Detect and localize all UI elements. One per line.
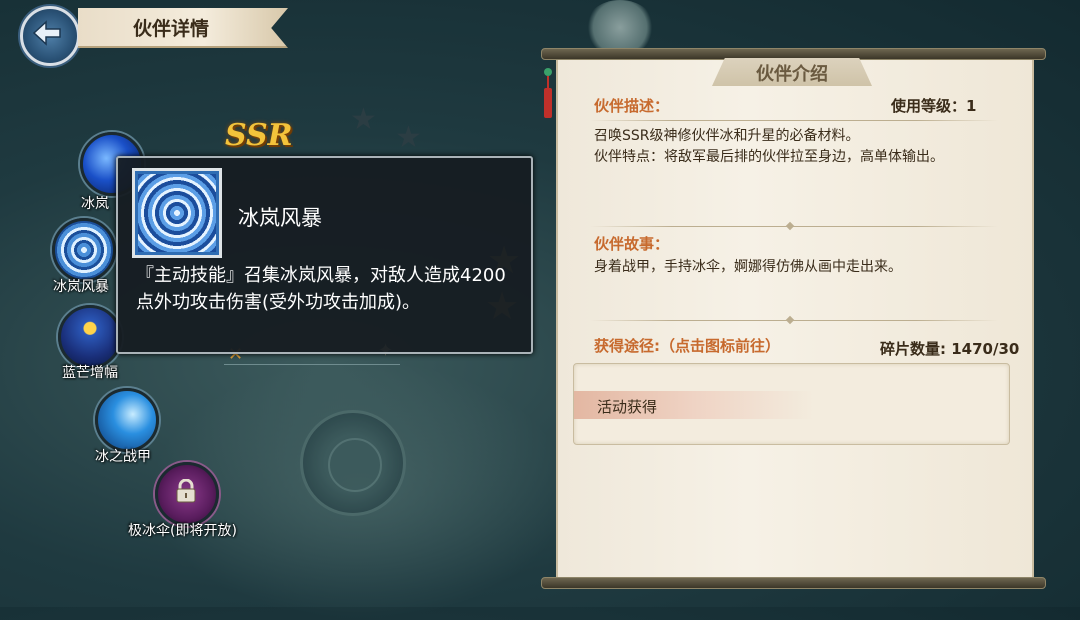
back-arrow-icon xyxy=(32,20,61,46)
moon-decoration xyxy=(585,0,655,55)
description-label: 伙伴描述： xyxy=(594,97,670,115)
skill-label: 极冰伞(即将开放) xyxy=(128,523,237,539)
description-line: 召唤SSR级神修伙伴冰和升星的必备材料。 xyxy=(594,128,860,144)
skill-icon-bing-lan-feng-bao[interactable] xyxy=(52,218,116,282)
description-line: 伙伴特点：将敌军最后排的伙伴拉至身边，高单体输出。 xyxy=(594,149,944,165)
skill-icon-lan-mang-zeng-fu[interactable] xyxy=(58,305,122,369)
star-icon: ★ xyxy=(350,102,377,137)
fragment-count: 碎片数量: 1470/30 xyxy=(880,340,1020,358)
panel-title: 伙伴介绍 xyxy=(756,64,828,85)
skill-icon-bing-zhi-zhan-jia[interactable] xyxy=(95,388,159,452)
skill-label: 冰之战甲 xyxy=(95,449,151,465)
back-button[interactable] xyxy=(20,6,80,66)
page-title: 伙伴详情 xyxy=(133,18,210,40)
source-item-label: 活动获得 xyxy=(597,398,658,416)
skill-tooltip-name: 冰岚风暴 xyxy=(238,206,322,230)
rarity-badge: SSR xyxy=(225,118,293,153)
star-icon: ★ xyxy=(395,120,422,155)
level-requirement: 使用等级：1 xyxy=(891,97,977,115)
divider xyxy=(590,120,998,121)
skill-label: 蓝芒增幅 xyxy=(62,365,118,381)
skill-label: 冰岚 xyxy=(81,196,109,212)
skill-tooltip: 冰岚风暴 『主动技能』召集冰岚风暴，对敌人造成4200点外功攻击伤害(受外功攻击… xyxy=(116,156,533,354)
skill-label: 冰岚风暴 xyxy=(53,279,109,295)
story-text: 身着战甲，手持冰伞，婀娜得仿佛从画中走出来。 xyxy=(594,259,902,275)
obtain-label: 获得途径:（点击图标前往） xyxy=(594,337,780,355)
scroll-rod-bottom xyxy=(541,577,1046,589)
tassel-icon xyxy=(544,68,552,118)
story-label: 伙伴故事： xyxy=(594,235,670,253)
skill-icon-ji-bing-san[interactable] xyxy=(155,462,219,526)
lock-icon xyxy=(176,479,196,503)
yin-yang-emblem xyxy=(300,410,406,516)
skill-tooltip-icon xyxy=(132,168,222,258)
skill-tooltip-description: 『主动技能』召集冰岚风暴，对敌人造成4200点外功攻击伤害(受外功攻击加成)。 xyxy=(136,265,506,313)
